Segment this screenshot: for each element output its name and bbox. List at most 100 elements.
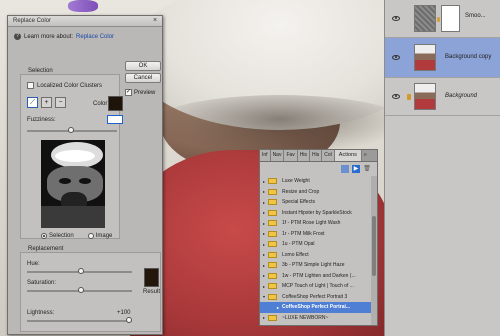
actions-scrollbar[interactable] — [371, 176, 377, 325]
list-item[interactable]: ▸ 1u - PTM Opal — [260, 239, 372, 250]
list-item[interactable]: ▸ Special Effects — [260, 197, 372, 208]
radio-image-dot[interactable] — [87, 233, 94, 239]
tab-info[interactable]: Inf — [260, 150, 271, 161]
layer-name: Background copy — [445, 54, 492, 60]
action-label: 1w - PTM Lighten and Darken (... — [282, 272, 356, 279]
learn-more: ? Learn more about: Replace Color — [14, 33, 114, 40]
folder-icon — [268, 178, 277, 185]
radio-selection-label: Selection — [49, 233, 74, 239]
list-item[interactable]: ▸ Luxe Weight — [260, 176, 372, 187]
learn-more-link[interactable]: Replace Color — [76, 34, 114, 40]
expand-icon[interactable]: ▸ — [260, 284, 268, 289]
action-label: Special Effects — [282, 199, 315, 206]
folder-icon — [268, 209, 277, 216]
tab-histogram[interactable]: His — [310, 150, 323, 161]
preview-checkbox[interactable]: ✓ — [125, 89, 132, 96]
folder-icon — [268, 199, 277, 206]
layers-panel: Smoo... Background copy Background — [384, 0, 500, 336]
radio-selection-dot[interactable] — [41, 233, 47, 239]
dialog-titlebar[interactable]: Replace Color — [8, 16, 162, 27]
expand-icon[interactable]: ▸ — [260, 221, 268, 226]
cancel-button[interactable]: Cancel — [125, 73, 161, 83]
trash-icon[interactable]: 🗑 — [363, 165, 371, 173]
stop-icon[interactable] — [341, 165, 349, 173]
lightness-value: +100 — [117, 310, 131, 316]
list-item[interactable]: ▸ Lomo Effect — [260, 250, 372, 261]
fuzziness-slider-thumb[interactable] — [68, 127, 74, 133]
tab-navigator[interactable]: Nav — [270, 150, 285, 161]
view-radio-group: Selection Image — [41, 233, 112, 239]
list-item[interactable]: ▸ 1f - PTM Rose Light Wash — [260, 218, 372, 229]
hue-slider-thumb[interactable] — [78, 268, 84, 274]
list-item[interactable]: ▸ 1r - PTM Milk Frost — [260, 229, 372, 240]
preview-toggle[interactable]: ✓ Preview — [125, 89, 155, 96]
action-label: CoffeeShop Perfect Portrait 3 — [282, 293, 348, 300]
action-label: Resize and Crop — [282, 188, 320, 195]
eyedropper-icon[interactable]: ⟋ — [27, 97, 38, 108]
expand-icon[interactable]: ▸ — [260, 273, 268, 278]
list-item[interactable]: ▸ Resize and Crop — [260, 187, 372, 198]
tab-history[interactable]: His — [297, 150, 311, 161]
expand-icon[interactable]: ▸ — [274, 305, 282, 310]
list-item[interactable]: ▾ CoffeeShop Perfect Portrait 3 — [260, 292, 372, 303]
eye-icon[interactable] — [392, 55, 400, 60]
collapse-icon[interactable]: ▾ — [260, 294, 268, 299]
tab-favorites[interactable]: Fav — [284, 150, 298, 161]
list-item[interactable]: ▸ 3b - PTM Simple Light Haze — [260, 260, 372, 271]
folder-icon — [268, 241, 277, 248]
eye-icon[interactable] — [392, 16, 400, 21]
tabs-overflow-icon[interactable]: » — [361, 150, 369, 161]
expand-icon[interactable]: ▸ — [260, 242, 268, 247]
layer-mask-thumbnail[interactable] — [441, 5, 460, 32]
selected-color-swatch[interactable] — [108, 96, 123, 111]
folder-icon — [268, 220, 277, 227]
tab-actions[interactable]: Actions — [334, 150, 362, 161]
list-item[interactable]: ▸ ~LUXE NEWBORN~ — [260, 313, 372, 324]
photo-purple-detail — [68, 0, 98, 12]
action-label: Instant Hipster by SparkleStock — [282, 209, 352, 216]
radio-selection[interactable]: Selection — [41, 233, 74, 239]
tab-color[interactable]: Col — [322, 150, 335, 161]
eyedropper-minus-icon[interactable]: − — [55, 97, 66, 108]
layer-row-background[interactable]: Background — [385, 78, 500, 116]
eyedropper-plus-icon[interactable]: + — [41, 97, 52, 108]
list-item[interactable]: ▸ Instant Hipster by SparkleStock — [260, 208, 372, 219]
list-item[interactable]: ▸ MCP Touch of Light | Touch of ... — [260, 281, 372, 292]
expand-icon[interactable]: ▸ — [260, 252, 268, 257]
result-color-swatch[interactable] — [144, 268, 159, 287]
expand-icon[interactable]: ▸ — [260, 231, 268, 236]
close-icon[interactable]: × — [151, 17, 159, 25]
scrollbar-thumb[interactable] — [372, 216, 376, 276]
layer-thumbnail — [414, 83, 436, 110]
play-icon[interactable]: ▶ — [352, 165, 360, 173]
expand-icon[interactable]: ▸ — [260, 315, 268, 320]
expand-icon[interactable]: ▸ — [260, 263, 268, 268]
localized-toggle[interactable]: Localized Color Clusters — [27, 82, 102, 89]
layer-row-smooth[interactable]: Smoo... — [385, 0, 500, 38]
link-icon — [437, 17, 440, 22]
ok-button[interactable]: OK — [125, 61, 161, 71]
list-item[interactable]: ▸ 1w - PTM Lighten and Darken (... — [260, 271, 372, 282]
folder-icon — [268, 283, 277, 290]
localized-checkbox[interactable] — [27, 82, 34, 89]
localized-label: Localized Color Clusters — [37, 82, 103, 89]
eye-icon[interactable] — [392, 94, 400, 99]
saturation-label: Saturation: — [27, 280, 57, 286]
layer-thumbnail — [414, 5, 436, 32]
lightness-slider[interactable] — [27, 320, 132, 322]
list-item-selected[interactable]: ▸ CoffeeShop Perfect Portrai... — [260, 302, 372, 313]
saturation-slider-thumb[interactable] — [78, 287, 84, 293]
lightness-slider-thumb[interactable] — [126, 317, 132, 323]
radio-image-label: Image — [95, 233, 113, 239]
radio-image[interactable]: Image — [87, 233, 113, 239]
fuzziness-input[interactable] — [107, 115, 123, 124]
layer-row-background-copy[interactable]: Background copy — [385, 38, 500, 78]
expand-icon[interactable]: ▸ — [260, 200, 268, 205]
expand-icon[interactable]: ▸ — [260, 179, 268, 184]
expand-icon[interactable]: ▸ — [260, 189, 268, 194]
folder-icon — [268, 251, 277, 258]
expand-icon[interactable]: ▸ — [260, 210, 268, 215]
folder-icon — [268, 272, 277, 279]
action-label: CoffeeShop Perfect Portrai... — [282, 304, 351, 311]
folder-icon — [268, 314, 277, 321]
